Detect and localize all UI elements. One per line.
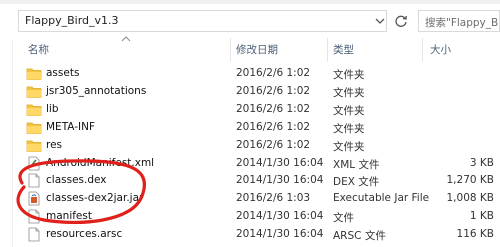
file-date-modified: 2014/1/30 16:04 xyxy=(236,156,324,169)
address-bar[interactable]: Flappy_Bird_v1.3 xyxy=(18,10,387,32)
file-name: META-INF xyxy=(46,120,96,133)
jar-file-icon xyxy=(26,191,42,206)
sort-ascending-icon xyxy=(121,36,131,42)
file-date-modified: 2016/2/6 1:02 xyxy=(236,120,311,133)
window-top-strip xyxy=(0,0,500,4)
file-size: 1,270 KB xyxy=(446,174,495,187)
file-name: lib xyxy=(46,102,59,115)
file-row[interactable]: classes.dex 2014/1/30 16:04 DEX 文件 1,270 KB xyxy=(22,172,500,189)
file-type: XML 文件 xyxy=(333,158,380,171)
xml-file-icon xyxy=(26,156,42,171)
column-header-size[interactable]: 大小 xyxy=(430,42,451,60)
search-box[interactable]: 搜索"Flappy_Bir xyxy=(418,10,500,32)
search-placeholder: 搜索"Flappy_Bir xyxy=(425,17,500,29)
column-divider[interactable] xyxy=(422,38,423,62)
refresh-icon[interactable] xyxy=(393,13,409,29)
file-row[interactable]: lib 2016/2/6 1:02 文件夹 xyxy=(22,101,500,118)
folder-icon xyxy=(26,120,42,135)
file-name: AndroidManifest.xml xyxy=(46,156,155,169)
folder-icon xyxy=(26,66,42,81)
file-row[interactable]: manifest 2014/1/30 16:04 文件 1 KB xyxy=(22,208,500,225)
file-type: ARSC 文件 xyxy=(333,230,386,243)
column-divider[interactable] xyxy=(230,38,231,62)
file-name: manifest xyxy=(46,210,92,223)
column-divider[interactable] xyxy=(327,38,328,62)
file-date-modified: 2016/2/6 1:02 xyxy=(236,138,311,151)
file-name: classes.dex xyxy=(46,174,107,187)
address-path: Flappy_Bird_v1.3 xyxy=(25,14,119,27)
file-type: 文件夹 xyxy=(333,86,365,99)
file-row[interactable]: AndroidManifest.xml 2014/1/30 16:04 XML 文件… xyxy=(22,155,500,172)
file-date-modified: 2016/2/6 1:02 xyxy=(236,102,311,115)
file-name: classes-dex2jar.jar xyxy=(46,192,144,205)
file-size: 1 KB xyxy=(469,210,494,223)
file-type: 文件夹 xyxy=(333,122,365,135)
column-header-date[interactable]: 修改日期 xyxy=(236,42,278,60)
file-size: 116 KB xyxy=(456,228,494,241)
file-row[interactable]: classes-dex2jar.jar 2016/2/6 1:03 Executab… xyxy=(22,190,500,207)
file-size: 1,008 KB xyxy=(446,192,495,205)
file-type: 文件夹 xyxy=(333,140,365,153)
file-type: 文件夹 xyxy=(333,104,365,117)
folder-icon xyxy=(26,84,42,99)
file-name: jsr305_annotations xyxy=(46,84,147,97)
file-type: 文件夹 xyxy=(333,69,365,81)
file-name: resources.arsc xyxy=(46,228,123,241)
file-row[interactable]: resources.arsc 2014/1/30 16:04 ARSC 文件 116 … xyxy=(22,226,500,243)
file-row[interactable]: jsr305_annotations 2016/2/6 1:02 文件夹 xyxy=(22,83,500,100)
file-date-modified: 2016/2/6 1:03 xyxy=(236,192,311,205)
file-row[interactable]: assets 2016/2/6 1:02 文件夹 xyxy=(22,65,500,82)
file-date-modified: 2016/2/6 1:02 xyxy=(236,67,311,79)
file-name: res xyxy=(46,138,63,151)
file-date-modified: 2014/1/30 16:04 xyxy=(236,210,324,223)
file-date-modified: 2016/2/6 1:02 xyxy=(236,84,311,97)
file-date-modified: 2014/1/30 16:04 xyxy=(236,228,324,241)
address-dropdown-chevron-icon[interactable] xyxy=(374,15,386,27)
file-row[interactable]: res 2016/2/6 1:02 文件夹 xyxy=(22,137,500,154)
file-icon xyxy=(26,173,42,188)
file-type: 文件 xyxy=(333,212,354,225)
file-type: DEX 文件 xyxy=(333,176,380,189)
column-header-name[interactable]: 名称 xyxy=(28,42,49,60)
folder-icon xyxy=(26,138,42,153)
file-size: 3 KB xyxy=(469,156,494,169)
column-header-type[interactable]: 类型 xyxy=(333,42,354,60)
file-row[interactable]: META-INF 2016/2/6 1:02 文件夹 xyxy=(22,119,500,136)
file-type: Executable Jar File xyxy=(333,192,430,205)
file-date-modified: 2014/1/30 16:04 xyxy=(236,174,324,187)
file-name: assets xyxy=(46,67,80,79)
file-icon xyxy=(26,209,42,224)
navigation-pane-edge xyxy=(0,40,13,247)
folder-icon xyxy=(26,102,42,117)
file-icon xyxy=(26,227,42,242)
